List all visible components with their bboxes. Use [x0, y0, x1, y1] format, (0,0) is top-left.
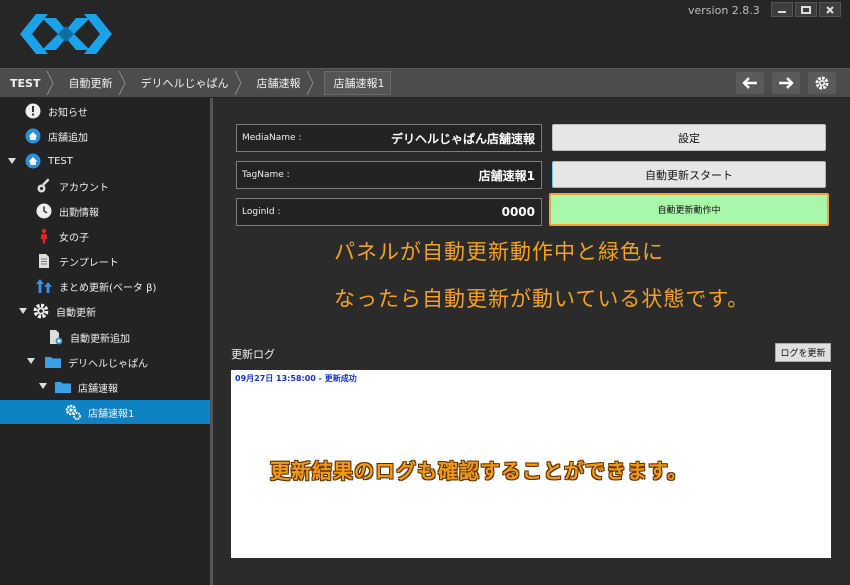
media-name-value: デリヘルじゃぱん店舗速報 — [390, 131, 535, 146]
version-label: version 2.8.3 — [688, 4, 760, 17]
close-button[interactable] — [819, 2, 841, 17]
sidebar-item-girls[interactable]: 女の子 — [35, 224, 89, 248]
document-icon — [35, 252, 53, 270]
log-entry: 09月27日 13:58:00 - 更新成功 — [235, 374, 357, 383]
home-icon — [24, 152, 42, 170]
sidebar-item-label: お知らせ — [48, 107, 88, 119]
tag-name-value: 店舗速報1 — [478, 168, 535, 183]
media-name-field: MediaName : デリヘルじゃぱん店舗速報 — [236, 124, 542, 152]
chevron-right-icon — [47, 70, 55, 96]
tag-name-field: TagName : 店舗速報1 — [236, 161, 542, 189]
maximize-button[interactable] — [795, 2, 817, 17]
minimize-button[interactable] — [771, 2, 793, 17]
breadcrumb-item-site[interactable]: デリヘルじゃぱん — [132, 69, 248, 97]
chevron-right-icon — [119, 70, 127, 96]
minimize-icon — [778, 10, 786, 13]
breadcrumb-item-test[interactable]: TEST — [0, 69, 60, 97]
sidebar-item-account[interactable]: アカウント — [35, 174, 109, 198]
arrow-right-icon — [779, 77, 794, 89]
sidebar-item-current-task[interactable]: 店舗速報1 — [0, 400, 210, 424]
upload-icon — [35, 277, 53, 295]
arrow-left-icon — [742, 77, 757, 89]
info-icon — [24, 102, 42, 120]
login-id-field: LoginId : 0000 — [236, 198, 542, 226]
sidebar-item-label: まとめ更新(ベータ β) — [59, 282, 157, 294]
back-button[interactable] — [736, 72, 764, 94]
annotation-line-3: 更新結果のログも確認することができます。 — [270, 459, 688, 483]
sidebar-item-label: テンプレート — [59, 257, 119, 269]
gear-icon — [815, 76, 829, 90]
breadcrumb-item-auto-update[interactable]: 自動更新 — [60, 69, 132, 97]
auto-update-start-button[interactable]: 自動更新スタート — [552, 161, 826, 188]
expand-arrow-icon[interactable] — [7, 156, 17, 166]
settings-button[interactable]: 設定 — [552, 124, 826, 151]
maximize-icon — [801, 5, 811, 14]
breadcrumb-item-category[interactable]: 店舗速報 — [248, 69, 320, 97]
chevron-right-icon — [235, 70, 243, 96]
sidebar-item-label: 店舗速報1 — [88, 408, 135, 420]
sidebar-item-template[interactable]: テンプレート — [35, 249, 119, 273]
annotation-line-2: なったら自動更新が動いている状態です。 — [334, 287, 750, 311]
sidebar-item-add-store[interactable]: 店舗追加 — [24, 124, 88, 148]
annotation-line-1: パネルが自動更新動作中と緑色に — [334, 240, 664, 264]
sidebar-item-auto-update-add[interactable]: 自動更新追加 — [46, 325, 130, 349]
chevron-right-icon — [307, 70, 315, 96]
breadcrumb-label: 店舗速報 — [256, 77, 301, 90]
sidebar-item-label: TEST — [48, 155, 73, 167]
home-add-icon — [24, 127, 42, 145]
title-bar: version 2.8.3 — [0, 0, 850, 68]
settings-nav-button[interactable] — [808, 72, 836, 94]
sidebar-item-bulk-update[interactable]: まとめ更新(ベータ β) — [35, 274, 156, 298]
sidebar-item-news[interactable]: お知らせ — [24, 99, 88, 123]
gear-icon — [32, 302, 50, 320]
expand-arrow-icon[interactable] — [18, 306, 28, 316]
breadcrumb: TEST 自動更新 デリヘルじゃぱん 店舗速報 店舗速報1 — [0, 69, 392, 97]
auto-update-running-button[interactable]: 自動更新動作中 — [549, 193, 829, 226]
folder-icon — [54, 378, 72, 396]
sidebar-item-label: デリヘルじゃぱん — [68, 358, 148, 370]
expand-arrow-icon[interactable] — [26, 356, 36, 366]
sidebar-item-label: 女の子 — [59, 232, 89, 244]
breadcrumb-item-current[interactable]: 店舗速報1 — [324, 71, 392, 95]
sidebar-item-label: 自動更新追加 — [70, 333, 130, 345]
sidebar-item-label: 店舗追加 — [48, 132, 88, 144]
login-id-value: 0000 — [501, 205, 535, 219]
close-icon — [826, 5, 834, 14]
sidebar-item-label: 出勤情報 — [59, 207, 99, 219]
login-id-label: LoginId : — [242, 207, 281, 217]
sidebar-item-auto-update[interactable]: 自動更新 — [32, 299, 96, 323]
breadcrumb-label: 店舗速報1 — [333, 77, 385, 90]
refresh-log-button[interactable]: ログを更新 — [775, 343, 831, 362]
key-icon — [35, 177, 53, 195]
sidebar-item-test[interactable]: TEST — [24, 149, 73, 173]
breadcrumb-label: TEST — [10, 76, 41, 90]
tag-name-label: TagName : — [242, 170, 290, 180]
document-add-icon — [46, 328, 64, 346]
sidebar-item-label: 店舗速報 — [78, 383, 118, 395]
person-icon — [35, 227, 53, 245]
sidebar-item-category-folder[interactable]: 店舗速報 — [54, 375, 118, 399]
sidebar-item-label: 自動更新 — [56, 307, 96, 319]
sidebar-item-label: アカウント — [59, 182, 109, 194]
breadcrumb-label: 自動更新 — [68, 77, 113, 90]
sidebar-item-attendance[interactable]: 出勤情報 — [35, 199, 99, 223]
folder-icon — [44, 353, 62, 371]
expand-arrow-icon[interactable] — [38, 381, 48, 391]
log-section-label: 更新ログ — [231, 348, 275, 361]
gears-icon — [64, 403, 82, 421]
sidebar-item-site-folder[interactable]: デリヘルじゃぱん — [44, 350, 148, 374]
clock-icon — [35, 202, 53, 220]
app-logo — [20, 14, 112, 54]
breadcrumb-label: デリヘルじゃぱん — [140, 77, 229, 90]
forward-button[interactable] — [772, 72, 800, 94]
media-name-label: MediaName : — [242, 133, 302, 143]
breadcrumb-bar: TEST 自動更新 デリヘルじゃぱん 店舗速報 店舗速報1 — [0, 68, 850, 98]
